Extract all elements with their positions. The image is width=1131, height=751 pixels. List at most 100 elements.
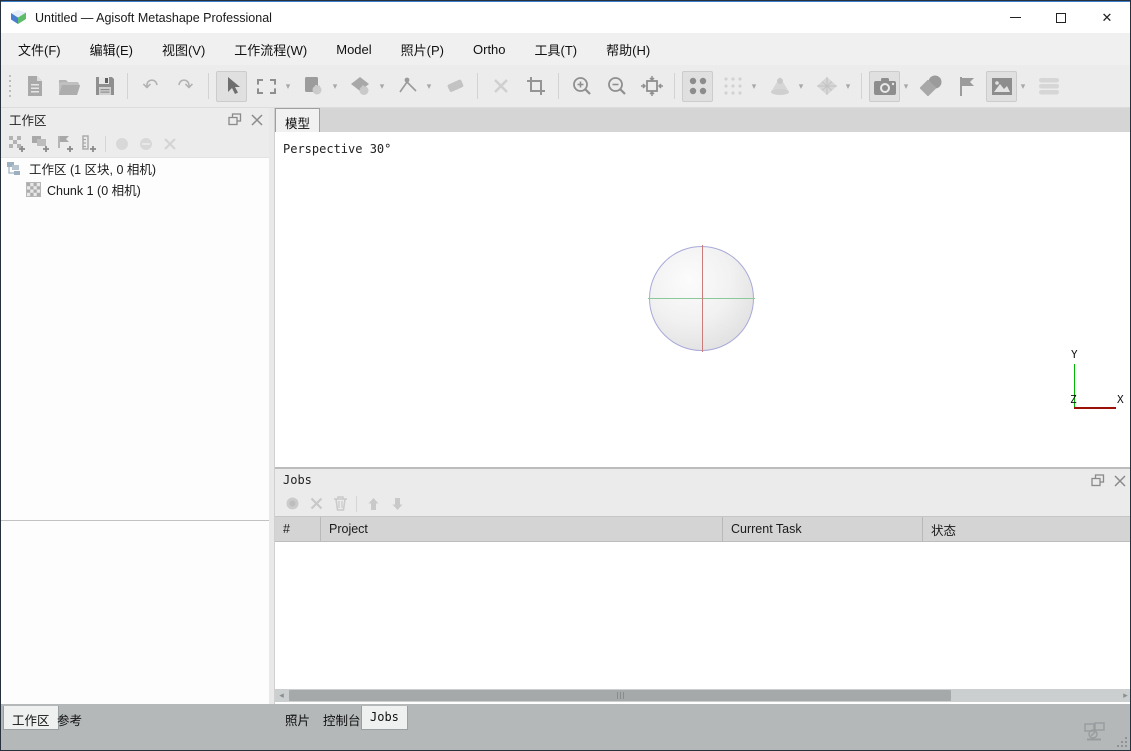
- eraser-button[interactable]: [439, 71, 470, 102]
- menu-photo[interactable]: 照片(P): [390, 35, 455, 64]
- cancel-job-button[interactable]: [304, 493, 328, 514]
- tab-photos[interactable]: 照片: [277, 706, 318, 730]
- column-header-current-task[interactable]: Current Task: [723, 517, 923, 541]
- dense-cloud-view-button[interactable]: [717, 71, 748, 102]
- tab-jobs[interactable]: Jobs: [361, 706, 408, 730]
- jobs-close-button[interactable]: [1111, 472, 1128, 489]
- measure-tool-button[interactable]: [392, 71, 423, 102]
- window-title: Untitled — Agisoft Metashape Professiona…: [35, 11, 272, 25]
- remove-item-button[interactable]: [158, 133, 182, 155]
- crop-icon: [527, 77, 545, 95]
- menu-help[interactable]: 帮助(H): [595, 35, 661, 64]
- column-header-number[interactable]: #: [275, 517, 321, 541]
- rectangle-selection-dropdown[interactable]: ▾: [282, 81, 294, 92]
- show-cameras-button[interactable]: [869, 71, 900, 102]
- minimize-button[interactable]: [992, 2, 1038, 33]
- menu-workflow[interactable]: 工作流程(W): [223, 35, 318, 64]
- new-project-button[interactable]: [19, 71, 50, 102]
- enable-item-button[interactable]: [110, 133, 134, 155]
- rotate-object-button[interactable]: [298, 71, 329, 102]
- show-images-dropdown[interactable]: ▾: [1017, 81, 1029, 92]
- add-scalebar-button[interactable]: [77, 133, 101, 155]
- crop-selection-button[interactable]: [520, 71, 551, 102]
- show-layers-button[interactable]: [1033, 71, 1064, 102]
- jobs-float-button[interactable]: [1089, 472, 1106, 489]
- shaded-model-view-button[interactable]: [764, 71, 795, 102]
- open-project-button[interactable]: [54, 71, 85, 102]
- axis-x-line: [1074, 407, 1116, 409]
- zoom-in-button[interactable]: [566, 71, 597, 102]
- jobs-status-icon[interactable]: [1084, 722, 1106, 741]
- tree-item-chunk-1[interactable]: Chunk 1 (0 相机): [1, 179, 269, 200]
- shaded-model-dropdown[interactable]: ▾: [795, 81, 807, 92]
- jobs-toolbar-separator: [356, 496, 357, 512]
- model-viewport[interactable]: Perspective 30° Y Z X: [275, 132, 1131, 467]
- toolbar-separator: [477, 73, 478, 99]
- menu-tools[interactable]: 工具(T): [524, 35, 589, 64]
- cancel-x-icon: [310, 497, 323, 510]
- workspace-toolbar: [1, 131, 269, 158]
- trackball-axis-red: [702, 245, 703, 352]
- undo-button[interactable]: ↶: [135, 71, 166, 102]
- delete-selection-button[interactable]: [485, 71, 516, 102]
- tiled-model-icon: [816, 76, 838, 96]
- tiled-model-dropdown[interactable]: ▾: [842, 81, 854, 92]
- workspace-float-button[interactable]: [226, 111, 243, 128]
- disable-item-button[interactable]: [134, 133, 158, 155]
- eraser-icon: [444, 77, 465, 95]
- menu-model[interactable]: Model: [325, 37, 382, 62]
- toolbar-separator: [127, 73, 128, 99]
- zoom-out-button[interactable]: [601, 71, 632, 102]
- menu-view[interactable]: 视图(V): [151, 35, 216, 64]
- measure-tool-dropdown[interactable]: ▾: [423, 81, 435, 92]
- tab-model[interactable]: 模型: [275, 108, 320, 132]
- select-tool-button[interactable]: [216, 71, 247, 102]
- workspace-panel-header: 工作区: [1, 108, 269, 131]
- show-masks-button[interactable]: [916, 71, 947, 102]
- move-job-up-button[interactable]: [361, 493, 385, 514]
- toolbar-separator: [208, 73, 209, 99]
- add-photos-button[interactable]: [29, 133, 53, 155]
- point-cloud-view-button[interactable]: [682, 71, 713, 102]
- tiled-model-view-button[interactable]: [811, 71, 842, 102]
- tree-item-workspace-root[interactable]: 工作区 (1 区块, 0 相机): [1, 158, 269, 179]
- dense-cloud-dropdown[interactable]: ▾: [748, 81, 760, 92]
- zoom-out-icon: [607, 76, 627, 96]
- close-icon: ✕: [1102, 11, 1113, 24]
- move-job-down-button[interactable]: [385, 493, 409, 514]
- scroll-left-icon[interactable]: ◂: [275, 689, 288, 702]
- save-project-button[interactable]: [89, 71, 120, 102]
- menu-ortho[interactable]: Ortho: [462, 37, 517, 62]
- add-marker-button[interactable]: [53, 133, 77, 155]
- toolbar-grip[interactable]: [6, 71, 14, 101]
- show-images-button[interactable]: [986, 71, 1017, 102]
- scroll-right-icon[interactable]: ▸: [1119, 689, 1131, 702]
- rectangle-selection-button[interactable]: [251, 71, 282, 102]
- rotate-object-dropdown[interactable]: ▾: [329, 81, 341, 92]
- add-chunk-button[interactable]: [5, 133, 29, 155]
- workspace-close-button[interactable]: [248, 111, 265, 128]
- close-panel-icon: [251, 114, 263, 126]
- show-cameras-dropdown[interactable]: ▾: [900, 81, 912, 92]
- redo-button[interactable]: ↷: [170, 71, 201, 102]
- menu-edit[interactable]: 编辑(E): [79, 35, 144, 64]
- scrollbar-thumb[interactable]: [289, 690, 951, 701]
- menu-file[interactable]: 文件(F): [7, 35, 72, 64]
- maximize-button[interactable]: [1038, 2, 1084, 33]
- horizontal-scrollbar[interactable]: ◂ ▸: [275, 689, 1131, 702]
- tab-reference[interactable]: 参考: [49, 706, 90, 730]
- close-button[interactable]: ✕: [1084, 2, 1130, 33]
- clear-jobs-button[interactable]: [328, 493, 352, 514]
- rotate-region-button[interactable]: [345, 71, 376, 102]
- show-markers-button[interactable]: [951, 71, 982, 102]
- resize-grip-icon[interactable]: [1114, 734, 1128, 748]
- workspace-panel-divider[interactable]: [1, 520, 269, 521]
- rotate-region-dropdown[interactable]: ▾: [376, 81, 388, 92]
- workspace-panel: 工作区: [1, 108, 269, 704]
- column-header-status[interactable]: 状态: [923, 517, 1131, 541]
- jobs-panel-title: Jobs: [283, 473, 312, 487]
- main-area: 模型 Perspective 30° Y Z X Jobs: [275, 108, 1131, 704]
- column-header-project[interactable]: Project: [321, 517, 723, 541]
- fit-to-view-button[interactable]: [636, 71, 667, 102]
- pause-job-button[interactable]: [280, 493, 304, 514]
